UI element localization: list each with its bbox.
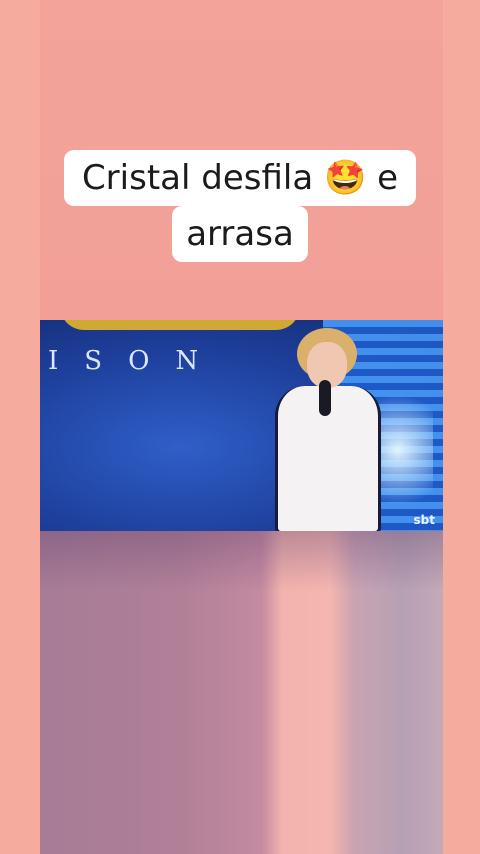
left-side-panel: [0, 0, 40, 854]
caption-line-2: arrasa: [172, 206, 308, 262]
video-player[interactable]: ISON sbt: [40, 320, 443, 531]
channel-watermark: sbt: [413, 513, 435, 527]
caption-text-main: Cristal desfila: [81, 158, 314, 198]
stage-logo-text: ISON: [48, 346, 225, 376]
video-caption: Cristal desfila 🤩 e arrasa: [0, 150, 480, 262]
lower-shadow: [40, 531, 443, 591]
caption-line-1: Cristal desfila 🤩 e: [63, 150, 417, 206]
caption-text-connector: e: [377, 158, 399, 198]
right-side-panel: [443, 0, 480, 854]
microphone-icon: [319, 380, 331, 416]
star-struck-emoji-icon: 🤩: [323, 158, 367, 198]
presenter-figure: [255, 328, 395, 531]
